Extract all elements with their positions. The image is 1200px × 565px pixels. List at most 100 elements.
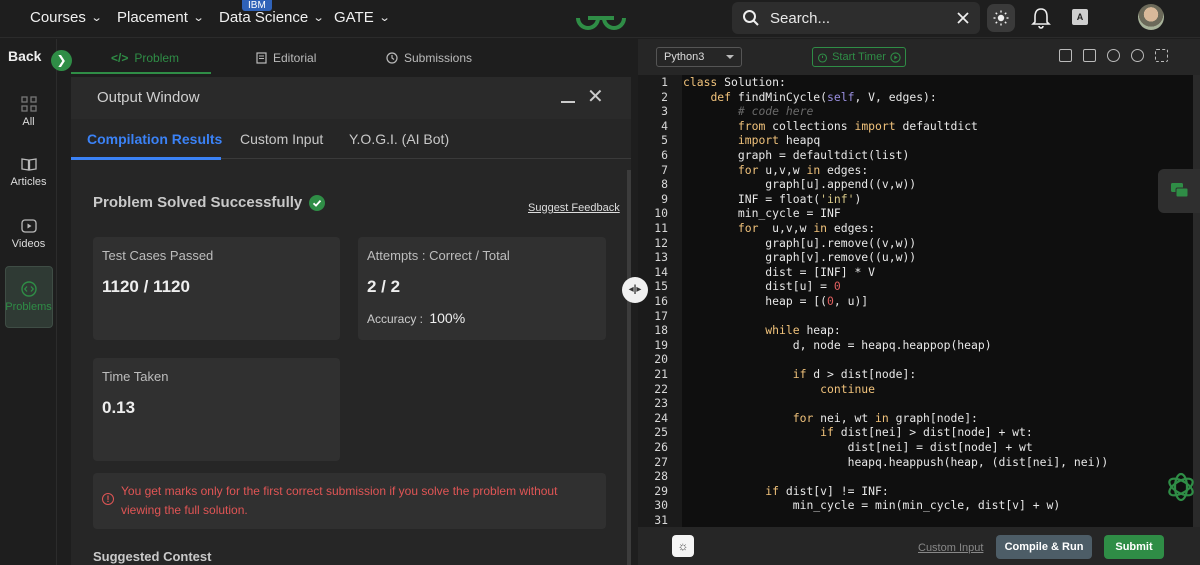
line-number: 19 [654,337,668,352]
code-line[interactable]: graph = defaultdict(list) [683,148,909,163]
tab-problem[interactable]: </> Problem [111,51,179,65]
language-select[interactable]: Python3 [656,47,742,67]
code-line[interactable]: heap = [(0, u)] [683,294,868,309]
code-line[interactable]: if d > dist[node]: [683,367,916,382]
nav-placement[interactable]: Placement ⌄ [117,9,204,26]
minimize-icon[interactable] [561,89,575,103]
gfg-logo-icon[interactable] [574,3,628,33]
code-line[interactable]: while heap: [683,323,840,338]
suggest-feedback-link[interactable]: Suggest Feedback [528,202,620,214]
chat-button[interactable] [1158,169,1200,213]
accuracy-label: Accuracy : [367,312,424,326]
line-number: 12 [654,235,668,250]
sidebar-item-videos[interactable]: Videos [0,218,57,250]
editor-action-icons [1059,49,1168,62]
tab-submissions[interactable]: Submissions [386,51,472,65]
sidebar-item-all[interactable]: All [0,96,57,128]
ai-assistant-icon[interactable] [1165,471,1197,503]
start-timer-button[interactable]: Start Timer [812,47,906,67]
sidebar-item-problems[interactable]: Problems [0,281,57,313]
tab-yogi-ai-bot[interactable]: Y.O.G.I. (AI Bot) [349,131,449,147]
code-line[interactable]: class Solution: [683,75,786,90]
code-line[interactable]: def findMinCycle(self, V, edges): [683,90,936,105]
avatar[interactable] [1138,4,1164,30]
info-icon: ! [102,493,114,505]
line-number: 2 [661,89,668,104]
code-line[interactable]: graph[u].append((v,w)) [683,177,916,192]
tab-compilation-results[interactable]: Compilation Results [87,131,222,147]
split-resize-handle[interactable]: ◂|▸ [622,277,648,303]
code-line[interactable]: min_cycle = min(min_cycle, dist[v] + w) [683,498,1060,513]
problem-tabs: </> Problem Editorial Submissions [71,42,631,74]
code-line[interactable]: dist[u] = 0 [683,279,840,294]
code-line[interactable] [683,352,690,367]
code-line[interactable]: from collections import defaultdict [683,119,978,134]
line-number-gutter: 1 2 3 4 5 6 7 8 9 10 11 12 13 14 15 16 1… [638,75,678,527]
book-icon [20,158,37,171]
nav-courses[interactable]: Courses ⌄ [30,9,102,26]
close-icon[interactable] [956,11,970,25]
code-line[interactable]: if dist[v] != INF: [683,484,888,499]
nav-data-science[interactable]: Data Science ⌄ [219,9,325,26]
line-number: 13 [654,250,668,265]
sidebar-item-articles[interactable]: Articles [0,156,57,188]
compile-run-button[interactable]: Compile & Run [996,535,1092,559]
custom-input-link[interactable]: Custom Input [918,542,983,554]
nav-placement-label: Placement [117,9,188,26]
code-line[interactable]: INF = float('inf') [683,192,861,207]
output-scrollbar[interactable] [627,170,631,565]
time-taken-value: 0.13 [102,398,136,417]
lightbulb-icon[interactable]: ☼ [672,535,694,557]
code-line[interactable]: graph[u].remove((v,w)) [683,236,916,251]
chevron-down-icon: ⌄ [312,12,325,24]
code-line[interactable]: heapq.heappush(heap, (dist[nei], nei)) [683,455,1109,470]
code-line[interactable]: for u,v,w in edges: [683,221,875,236]
nav-gate[interactable]: GATE ⌄ [334,9,390,26]
code-line[interactable]: import heapq [683,133,820,148]
code-line[interactable]: for nei, wt in graph[node]: [683,411,978,426]
code-line[interactable] [683,469,690,484]
line-number: 18 [654,323,668,338]
code-line[interactable]: continue [683,382,875,397]
line-number: 28 [654,469,668,484]
tab-problem-label: Problem [134,51,180,65]
search-input[interactable]: Search... [732,2,980,34]
back-label[interactable]: Back [8,48,41,64]
tab-editorial[interactable]: Editorial [256,51,316,65]
reset-icon[interactable] [1131,49,1144,62]
code-line[interactable]: if dist[nei] > dist[node] + wt: [683,425,1033,440]
line-number: 20 [654,352,668,367]
code-line[interactable] [683,513,690,528]
code-line[interactable] [683,396,690,411]
line-number: 22 [654,381,668,396]
line-number: 3 [661,104,668,119]
code-area[interactable]: 1 2 3 4 5 6 7 8 9 10 11 12 13 14 15 16 1… [638,75,1200,527]
grid-icon [20,96,37,112]
line-number: 8 [661,177,668,192]
code-line[interactable]: # code here [683,104,813,119]
code-line[interactable]: dist[nei] = dist[node] + wt [683,440,1033,455]
code-line[interactable]: for u,v,w in edges: [683,163,868,178]
editor-scrollbar[interactable] [1193,75,1200,527]
submit-button[interactable]: Submit [1104,535,1164,559]
copy-icon[interactable] [1059,49,1072,62]
test-cases-label: Test Cases Passed [102,248,214,263]
settings-icon[interactable] [1107,49,1120,62]
code-line[interactable]: min_cycle = INF [683,206,841,221]
theme-toggle-button[interactable] [987,4,1015,32]
translate-icon[interactable]: A [1072,9,1088,25]
output-window: Output Window ✕ Compilation Results Cust… [71,77,631,565]
close-icon[interactable]: ✕ [587,87,604,107]
code-line[interactable] [683,309,690,324]
code-line[interactable]: graph[v].remove((u,w)) [683,250,916,265]
code-line[interactable]: d, node = heapq.heappop(heap) [683,338,992,353]
bell-icon[interactable] [1030,6,1052,30]
line-number: 23 [654,396,668,411]
warning-banner: ! You get marks only for the first corre… [93,473,606,529]
code-line[interactable]: dist = [INF] * V [683,265,875,280]
export-icon[interactable] [1083,49,1096,62]
tab-custom-input[interactable]: Custom Input [240,131,323,147]
fullscreen-icon[interactable] [1155,49,1168,62]
chevron-right-icon[interactable]: ❯ [51,50,72,71]
nav-data-science-label: Data Science [219,9,309,26]
